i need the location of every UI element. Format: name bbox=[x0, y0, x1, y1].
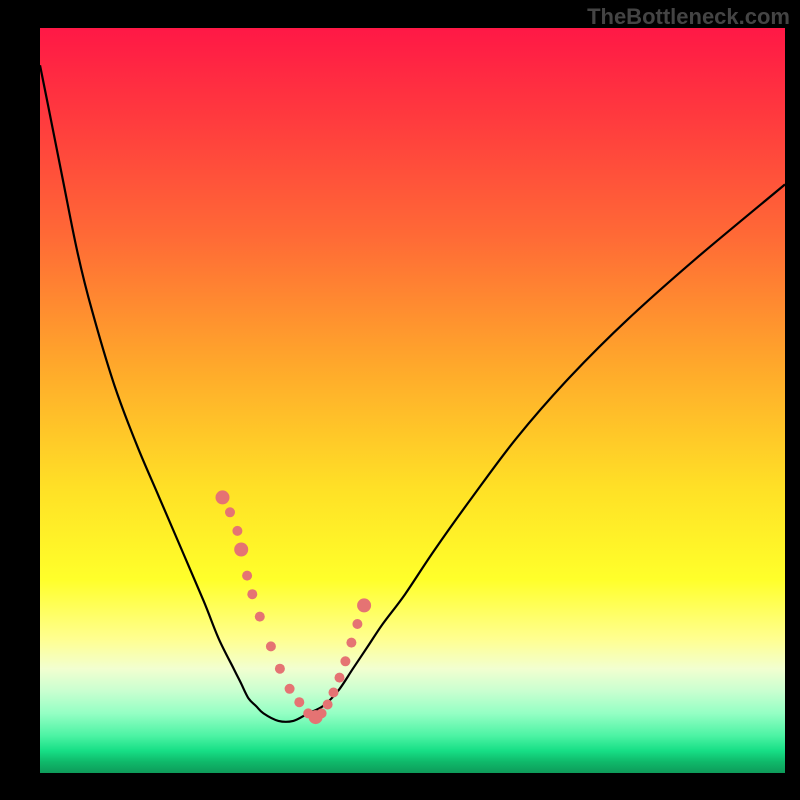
curve-marker bbox=[285, 684, 295, 694]
curve-marker bbox=[216, 490, 230, 504]
chart-frame: TheBottleneck.com bbox=[0, 0, 800, 800]
curve-marker bbox=[329, 688, 339, 698]
bottleneck-curve bbox=[40, 65, 785, 722]
curve-marker bbox=[266, 641, 276, 651]
watermark-text: TheBottleneck.com bbox=[587, 4, 790, 30]
curve-marker bbox=[234, 543, 248, 557]
curve-marker bbox=[323, 700, 333, 710]
curve-marker bbox=[317, 708, 327, 718]
curve-marker bbox=[225, 507, 235, 517]
curve-marker bbox=[352, 619, 362, 629]
curve-marker bbox=[247, 589, 257, 599]
curve-marker bbox=[232, 526, 242, 536]
curve-marker bbox=[335, 673, 345, 683]
curve-marker bbox=[294, 697, 304, 707]
curve-marker bbox=[255, 612, 265, 622]
curve-marker bbox=[340, 656, 350, 666]
curve-marker bbox=[242, 571, 252, 581]
curve-marker bbox=[275, 664, 285, 674]
plot-area bbox=[40, 28, 785, 773]
curve-marker bbox=[346, 638, 356, 648]
curve-markers bbox=[216, 490, 372, 724]
curve-marker bbox=[357, 598, 371, 612]
chart-svg bbox=[40, 28, 785, 773]
